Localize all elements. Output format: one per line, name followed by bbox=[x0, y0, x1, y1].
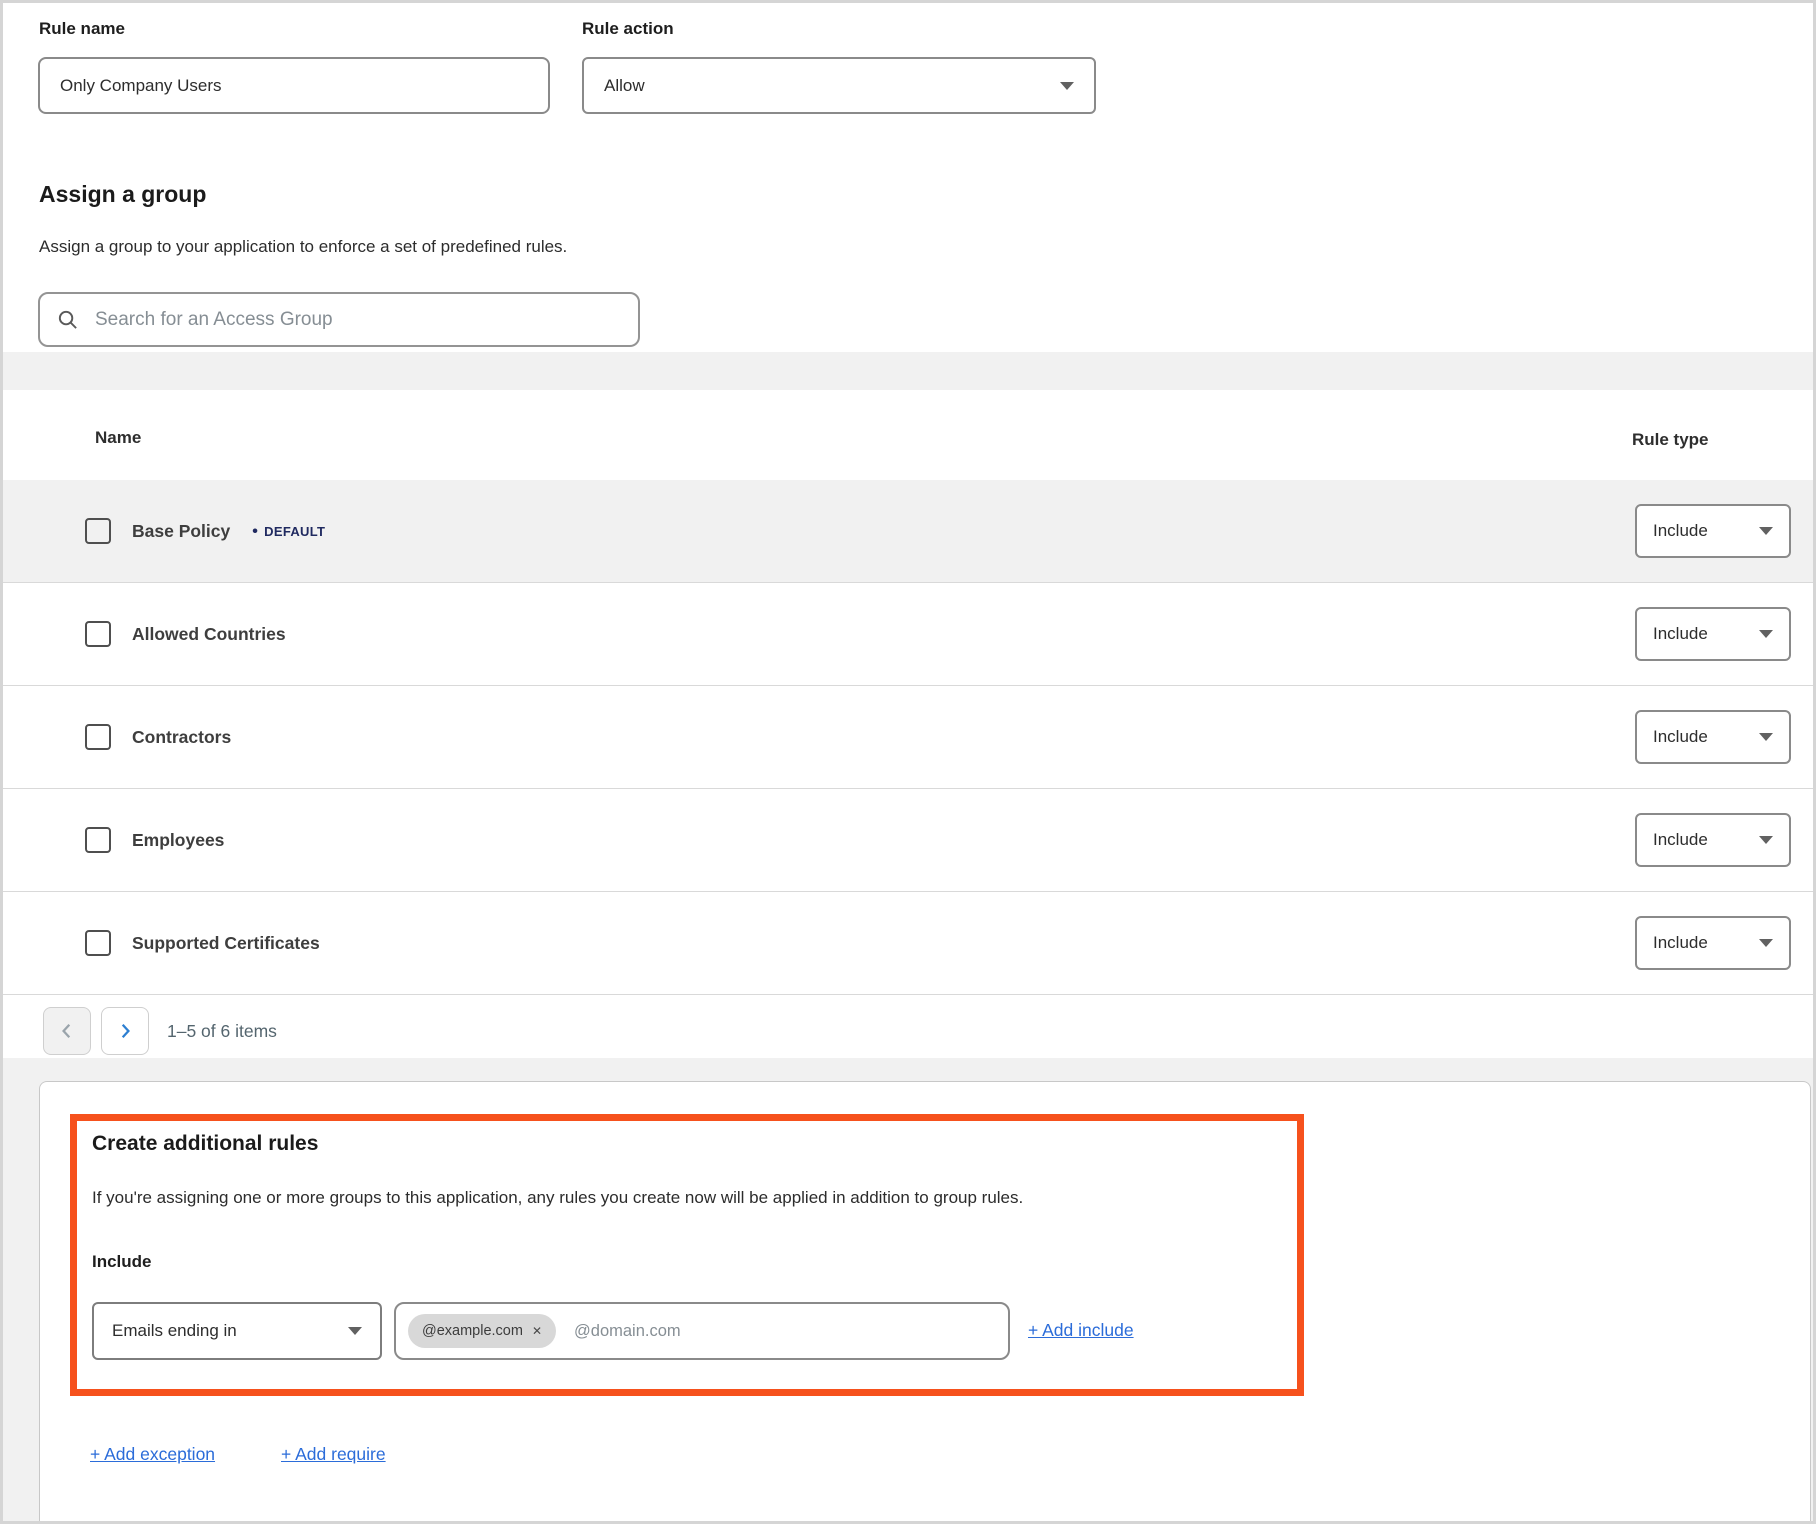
rule-type-value: Include bbox=[1653, 830, 1708, 850]
chevron-down-icon bbox=[1759, 630, 1773, 638]
chevron-right-icon bbox=[119, 1023, 131, 1039]
rule-action-dropdown[interactable]: Allow bbox=[582, 57, 1096, 114]
group-name-label: Contractors bbox=[132, 727, 231, 748]
additional-rules-heading: Create additional rules bbox=[92, 1132, 318, 1156]
rule-type-value: Include bbox=[1653, 521, 1708, 541]
group-table: Name Rule type Base Policy • DEFAULT Includ… bbox=[3, 390, 1813, 995]
table-row: Contractors Include bbox=[3, 685, 1813, 788]
name-column-header: Name bbox=[95, 428, 141, 448]
chevron-down-icon bbox=[348, 1327, 362, 1335]
rule-type-value: Include bbox=[1653, 727, 1708, 747]
chevron-down-icon bbox=[1759, 939, 1773, 947]
pagination-prev-button[interactable] bbox=[43, 1007, 91, 1055]
group-table-header: Name Rule type bbox=[3, 390, 1813, 480]
access-rule-settings-page: Rule name Rule action Allow Assign a gro… bbox=[0, 0, 1816, 1524]
row-checkbox[interactable] bbox=[85, 724, 111, 750]
rule-type-dropdown[interactable]: Include bbox=[1635, 710, 1791, 764]
assign-group-heading: Assign a group bbox=[39, 181, 206, 208]
group-name-label: Supported Certificates bbox=[132, 933, 320, 954]
rule-type-dropdown[interactable]: Include bbox=[1635, 813, 1791, 867]
domain-input-field[interactable] bbox=[572, 1321, 994, 1342]
email-domain-chip: @example.com ✕ bbox=[408, 1314, 556, 1348]
rule-action-value: Allow bbox=[604, 76, 645, 96]
rule-action-label: Rule action bbox=[582, 19, 674, 39]
rule-name-input-field[interactable] bbox=[58, 75, 530, 97]
additional-rules-description: If you're assigning one or more groups t… bbox=[92, 1188, 1023, 1208]
table-row: Base Policy • DEFAULT Include bbox=[3, 480, 1813, 582]
additional-rules-card: Create additional rules If you're assign… bbox=[39, 1081, 1811, 1524]
include-selector-value: Emails ending in bbox=[112, 1321, 237, 1341]
rule-type-value: Include bbox=[1653, 624, 1708, 644]
search-input[interactable] bbox=[93, 308, 622, 332]
group-name-label: Allowed Countries bbox=[132, 624, 286, 645]
group-name-label: Base Policy bbox=[132, 521, 230, 542]
include-label: Include bbox=[92, 1252, 152, 1272]
chevron-left-icon bbox=[61, 1023, 73, 1039]
table-row: Supported Certificates Include bbox=[3, 891, 1813, 995]
row-checkbox[interactable] bbox=[85, 518, 111, 544]
table-row: Employees Include bbox=[3, 788, 1813, 891]
add-exception-link[interactable]: + Add exception bbox=[90, 1444, 215, 1465]
chevron-down-icon bbox=[1759, 836, 1773, 844]
include-selector-dropdown[interactable]: Emails ending in bbox=[92, 1302, 382, 1360]
rule-type-dropdown[interactable]: Include bbox=[1635, 504, 1791, 558]
rule-name-label: Rule name bbox=[39, 19, 125, 39]
rule-type-column-header: Rule type bbox=[1632, 430, 1709, 450]
pagination-status: 1–5 of 6 items bbox=[167, 1021, 277, 1042]
access-group-search[interactable] bbox=[38, 292, 640, 347]
assign-group-description: Assign a group to your application to en… bbox=[39, 237, 567, 257]
row-checkbox[interactable] bbox=[85, 827, 111, 853]
search-icon bbox=[56, 308, 79, 331]
chevron-down-icon bbox=[1759, 527, 1773, 535]
rule-type-value: Include bbox=[1653, 933, 1708, 953]
chip-label: @example.com bbox=[422, 1323, 523, 1339]
rule-type-dropdown[interactable]: Include bbox=[1635, 916, 1791, 970]
close-icon[interactable]: ✕ bbox=[532, 1324, 542, 1338]
chevron-down-icon bbox=[1759, 733, 1773, 741]
group-name-label: Employees bbox=[132, 830, 224, 851]
rule-type-dropdown[interactable]: Include bbox=[1635, 607, 1791, 661]
row-checkbox[interactable] bbox=[85, 930, 111, 956]
bullet-icon: • bbox=[252, 525, 258, 538]
chevron-down-icon bbox=[1060, 82, 1074, 90]
default-badge: • DEFAULT bbox=[252, 524, 325, 539]
include-value-input[interactable]: @example.com ✕ bbox=[394, 1302, 1010, 1360]
pagination-next-button[interactable] bbox=[101, 1007, 149, 1055]
add-require-link[interactable]: + Add require bbox=[281, 1444, 386, 1465]
rule-name-input[interactable] bbox=[38, 57, 550, 114]
add-include-link[interactable]: + Add include bbox=[1028, 1320, 1134, 1341]
row-checkbox[interactable] bbox=[85, 621, 111, 647]
group-table-rows: Base Policy•DEFAULTIncludeAllowed Countr… bbox=[3, 480, 1813, 995]
table-row: Allowed Countries Include bbox=[3, 582, 1813, 685]
default-badge-label: DEFAULT bbox=[264, 524, 325, 539]
